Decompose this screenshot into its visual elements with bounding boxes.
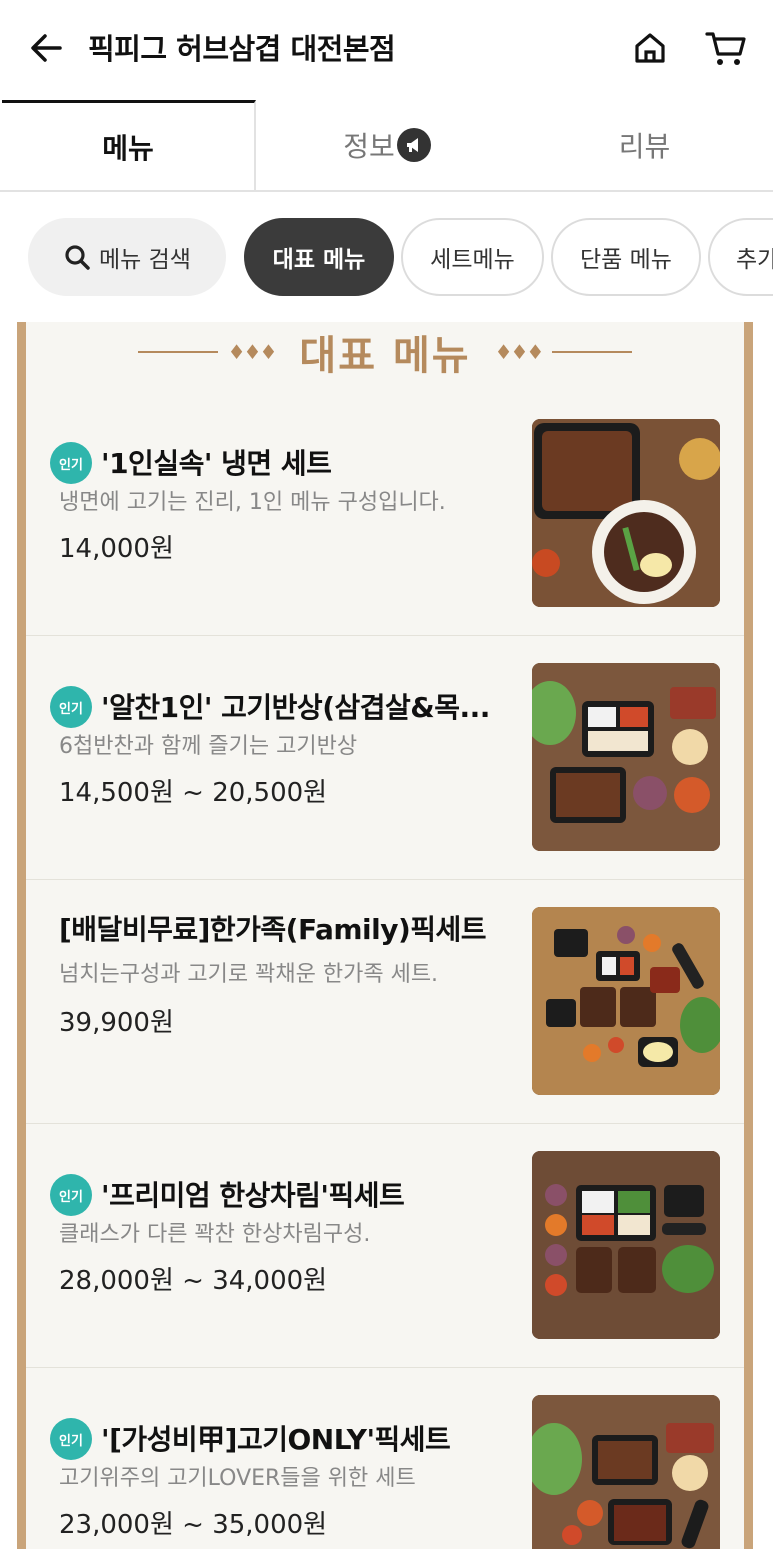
menu-item-image xyxy=(532,1395,720,1549)
tab-info[interactable]: 정보 xyxy=(258,100,516,190)
menu-item-price: 39,900원 xyxy=(59,1008,174,1038)
chip-extra[interactable]: 추가 xyxy=(708,218,773,296)
tab-review[interactable]: 리뷰 xyxy=(516,100,773,190)
chip-signature-menu[interactable]: 대표 메뉴 xyxy=(244,218,394,296)
top-app-bar: 픽피그 허브삼겹 대전본점 xyxy=(0,0,773,100)
home-icon xyxy=(635,33,665,63)
menu-item[interactable]: 인기 '알찬1인' 고기반상(삼겹살&목... 6첩반찬과 함께 즐기는 고기반… xyxy=(26,636,744,880)
menu-item-price: 28,000원 ~ 34,000원 xyxy=(59,1266,328,1296)
menu-item[interactable]: 인기 '프리미엄 한상차림'픽세트 클래스가 다른 꽉찬 한상차림구성. 28,… xyxy=(26,1124,744,1368)
menu-item-name: '[가성비甲]고기ONLY'픽세트 xyxy=(101,1423,451,1456)
menu-item[interactable]: 인기 '[가성비甲]고기ONLY'픽세트 고기위주의 고기LOVER들을 위한 … xyxy=(26,1368,744,1549)
ornament-dots: ♦♦♦ xyxy=(227,340,278,364)
ornament-line xyxy=(137,351,218,353)
menu-search-chip[interactable]: 메뉴 검색 xyxy=(28,218,226,296)
menu-item[interactable]: 인기 '1인실속' 냉면 세트 냉면에 고기는 진리, 1인 메뉴 구성입니다.… xyxy=(26,392,744,636)
menu-item-desc: 고기위주의 고기LOVER들을 위한 세트 xyxy=(59,1466,416,1491)
menu-item-name: '프리미엄 한상차림'픽세트 xyxy=(101,1179,405,1212)
menu-item-price: 14,000원 xyxy=(59,534,174,564)
menu-item-image xyxy=(532,1151,720,1339)
menu-item-desc: 넘치는구성과 고기로 꽉채운 한가족 세트. xyxy=(59,962,439,987)
menu-item-image xyxy=(532,663,720,851)
megaphone-icon xyxy=(396,128,431,162)
cart-button[interactable] xyxy=(704,28,748,68)
arrow-left-icon xyxy=(31,34,62,62)
menu-item-image xyxy=(532,419,720,607)
popular-badge: 인기 xyxy=(50,1418,92,1460)
menu-item-desc: 클래스가 다른 꽉찬 한상차림구성. xyxy=(59,1222,371,1247)
popular-badge: 인기 xyxy=(50,1174,92,1216)
menu-item-desc: 6첩반찬과 함께 즐기는 고기반상 xyxy=(59,734,358,759)
chip-set-menu[interactable]: 세트메뉴 xyxy=(401,218,544,296)
ornament-dots: ♦♦♦ xyxy=(494,340,545,364)
menu-item-name: [배달비무료]한가족(Family)픽세트 xyxy=(59,913,487,946)
menu-item[interactable]: [배달비무료]한가족(Family)픽세트 넘치는구성과 고기로 꽉채운 한가족… xyxy=(26,880,744,1124)
menu-item-image xyxy=(532,907,720,1095)
section-header: ♦♦♦ 대표 메뉴 ♦♦♦ xyxy=(26,322,744,382)
menu-section-panel: ♦♦♦ 대표 메뉴 ♦♦♦ 인기 '1인실속' 냉면 세트 냉면에 고기는 진리… xyxy=(17,322,753,1549)
menu-item-price: 23,000원 ~ 35,000원 xyxy=(59,1510,328,1540)
back-button[interactable] xyxy=(26,28,66,68)
menu-item-desc: 냉면에 고기는 진리, 1인 메뉴 구성입니다. xyxy=(59,490,446,515)
popular-badge: 인기 xyxy=(50,686,92,728)
menu-item-name: '알찬1인' 고기반상(삼겹살&목... xyxy=(101,691,490,724)
cart-icon xyxy=(705,32,746,65)
home-button[interactable] xyxy=(630,28,670,68)
popular-badge: 인기 xyxy=(50,442,92,484)
category-chips: 메뉴 검색 대표 메뉴 세트메뉴 단품 메뉴 추가 xyxy=(0,218,773,298)
chip-single-menu[interactable]: 단품 메뉴 xyxy=(551,218,701,296)
tab-menu[interactable]: 메뉴 xyxy=(2,100,256,190)
section-title: 대표 메뉴 xyxy=(299,333,471,379)
ornament-line xyxy=(552,351,633,353)
menu-item-name: '1인실속' 냉면 세트 xyxy=(101,447,332,480)
store-title: 픽피그 허브삼겹 대전본점 xyxy=(88,32,396,66)
search-icon xyxy=(65,245,90,270)
tab-bar: 메뉴 정보 리뷰 xyxy=(0,100,773,192)
menu-item-price: 14,500원 ~ 20,500원 xyxy=(59,778,328,808)
